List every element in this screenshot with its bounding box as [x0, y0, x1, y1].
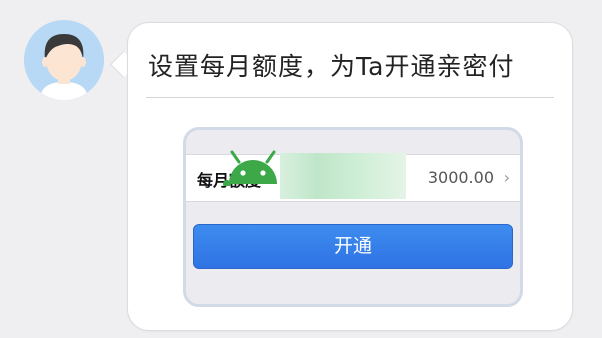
android-icon: [223, 150, 277, 186]
message-title: 设置每月额度，为Ta开通亲密付: [148, 52, 515, 81]
avatar: [24, 20, 104, 100]
blurred-region: [280, 153, 406, 199]
chevron-right-icon: ›: [503, 168, 510, 187]
message-bubble: 设置每月额度，为Ta开通亲密付 每月额度 3000.00 › 开通: [127, 22, 573, 331]
monthly-limit-amount: 3000.00: [427, 168, 494, 187]
divider: [146, 97, 554, 98]
user-avatar-icon: [24, 20, 104, 100]
phone-preview: 每月额度 3000.00 › 开通: [183, 127, 523, 307]
open-button[interactable]: 开通: [193, 224, 513, 269]
